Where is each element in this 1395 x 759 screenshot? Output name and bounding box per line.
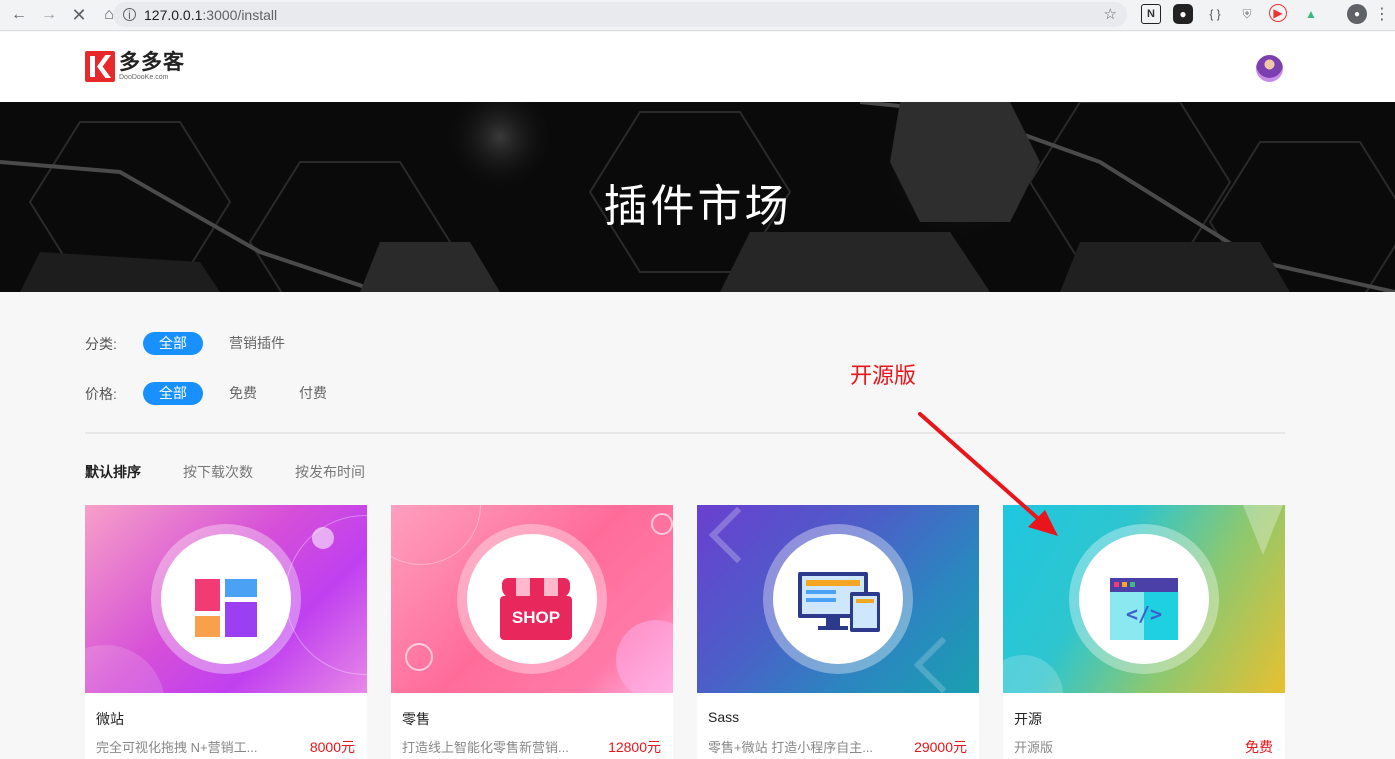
category-option-marketing[interactable]: 营销插件 (213, 332, 301, 355)
price-label: 价格: (85, 385, 117, 402)
brand-name: 多多客 (119, 50, 185, 74)
plugin-card-sass[interactable]: Sass 零售+微站 打造小程序自主... 29000元 (697, 505, 979, 759)
card-price: 免费 (1245, 739, 1273, 755)
forward-icon[interactable]: → (38, 4, 60, 26)
annotation-label: 开源版 (850, 364, 917, 389)
star-icon[interactable]: ☆ (1104, 5, 1117, 23)
monitor-icon (798, 572, 882, 636)
card-title: 零售 (402, 711, 430, 727)
json-extension-icon[interactable]: { } (1205, 4, 1225, 24)
price-option-free[interactable]: 免费 (213, 382, 273, 405)
sort-default[interactable]: 默认排序 (85, 462, 141, 482)
logo-mark-icon (85, 51, 115, 82)
price-filter: 价格: 全部 免费 付费 (85, 382, 353, 405)
profile-icon[interactable]: ● (1347, 4, 1367, 24)
card-description: 打造线上智能化零售新营销... (402, 740, 569, 755)
card-description: 零售+微站 打造小程序自主... (708, 740, 874, 755)
plugin-card-weizhan[interactable]: 微站 完全可视化拖拽 N+营销工... 8000元 (85, 505, 367, 759)
card-image (697, 505, 979, 693)
category-filter: 分类: 全部 营销插件 (85, 332, 311, 355)
card-description: 开源版 (1014, 740, 1054, 755)
stop-icon[interactable]: ✕ (68, 4, 90, 26)
card-title: 开源 (1014, 711, 1042, 727)
hero-banner: 插件市场 (0, 102, 1395, 292)
card-title: Sass (708, 709, 740, 725)
vue-extension-icon[interactable]: ▲ (1301, 4, 1321, 24)
sort-by-downloads[interactable]: 按下载次数 (183, 462, 253, 482)
filter-divider (85, 432, 1285, 434)
url-path: :3000/install (202, 6, 278, 23)
browser-toolbar: ← → ✕ ⌂ i 127.0.0.1:3000/install ☆ N ● {… (0, 0, 1395, 31)
card-title: 微站 (96, 711, 124, 727)
price-option-paid[interactable]: 付费 (283, 382, 343, 405)
page-title: 插件市场 (603, 181, 792, 232)
card-price: 29000元 (914, 739, 967, 755)
category-option-all[interactable]: 全部 (143, 332, 203, 355)
card-price: 8000元 (309, 739, 355, 755)
card-price: 12800元 (608, 739, 661, 755)
price-option-all[interactable]: 全部 (143, 382, 203, 405)
plugin-card-opensource[interactable]: </> 开源 开源版 免费 (1003, 505, 1285, 759)
menu-icon[interactable]: ⋮ (1372, 4, 1392, 24)
bug-extension-icon[interactable]: ● (1173, 4, 1193, 24)
user-avatar[interactable] (1256, 55, 1283, 82)
sort-by-date[interactable]: 按发布时间 (295, 462, 365, 482)
sort-bar: 默认排序 按下载次数 按发布时间 (85, 462, 407, 482)
card-image: </> (1003, 505, 1285, 693)
address-bar[interactable]: i 127.0.0.1:3000/install ☆ (113, 2, 1127, 27)
site-header: 多多客 DooDooKe.com (0, 32, 1395, 102)
shield-extension-icon[interactable]: ⛨ (1237, 4, 1257, 24)
card-description: 完全可视化拖拽 N+营销工... (96, 740, 258, 755)
brand-logo[interactable]: 多多客 DooDooKe.com (85, 51, 185, 82)
shop-icon: SHOP (500, 578, 572, 640)
brand-domain: DooDooKe.com (119, 73, 169, 81)
plugin-card-retail[interactable]: SHOP 零售 打造线上智能化零售新营销... 12800元 (391, 505, 673, 759)
category-label: 分类: (85, 335, 117, 352)
record-extension-icon[interactable]: ▶ (1269, 4, 1287, 22)
layout-grid-icon (195, 579, 257, 637)
url-host: 127.0.0.1 (144, 6, 203, 23)
code-window-icon: </> (1110, 578, 1178, 640)
back-icon[interactable]: ← (8, 4, 30, 26)
card-image (85, 505, 367, 693)
info-icon[interactable]: i (123, 8, 136, 22)
card-image: SHOP (391, 505, 673, 693)
notion-extension-icon[interactable]: N (1141, 4, 1161, 24)
